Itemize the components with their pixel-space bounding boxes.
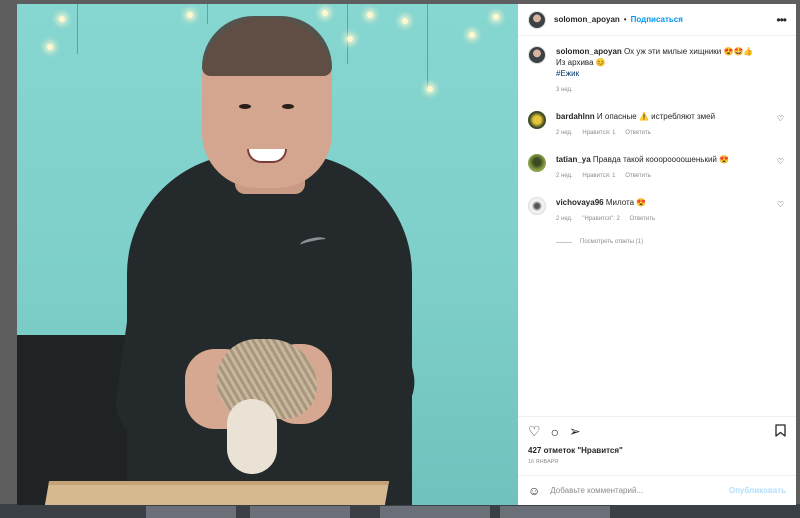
reply-button[interactable]: Ответить: [629, 216, 655, 222]
avatar[interactable]: [528, 10, 546, 29]
comment-text: И опасные ⚠️ истребляют змей: [596, 112, 716, 121]
feed-thumbnail: [380, 506, 490, 518]
heart-icon[interactable]: ♡: [777, 157, 784, 166]
separator-dot: •: [623, 15, 627, 24]
comment-author[interactable]: tatian_ya: [556, 155, 591, 164]
emoji-icon[interactable]: ☺: [528, 484, 540, 498]
publish-button[interactable]: Опубликовать: [729, 486, 786, 495]
comment-item: tatian_ya Правда такой кооороооошенький …: [528, 154, 786, 182]
comment-time: 2 нед.: [556, 173, 573, 179]
feed-peek: [0, 504, 800, 518]
comment-likes[interactable]: Нравится: 1: [582, 173, 615, 179]
comment-item: vichovaya96 Милота 😍 2 нед. "Нравится": …: [528, 197, 786, 225]
post-date: 16 ЯНВАРЯ: [528, 459, 559, 465]
view-replies-label: Посмотреть ответы (1): [580, 239, 644, 245]
bookmark-icon[interactable]: [775, 423, 786, 440]
post-sidebar: solomon_apoyan • Подписаться ••• solomon…: [518, 4, 796, 505]
comment-item: bardahlnn И опасные ⚠️ истребляют змей 2…: [528, 111, 786, 139]
divider: [556, 241, 572, 243]
post-header: solomon_apoyan • Подписаться •••: [518, 4, 796, 36]
comments-list[interactable]: solomon_apoyan Ох уж эти милые хищники 😍…: [518, 36, 796, 416]
heart-icon[interactable]: ♡: [528, 423, 541, 440]
comment-text: Правда такой кооороооошенький 😍: [592, 155, 730, 164]
wooden-box: [44, 481, 390, 505]
comment-time: 2 нед.: [556, 130, 573, 136]
post-author[interactable]: solomon_apoyan: [554, 15, 620, 24]
comment-icon[interactable]: ○: [551, 424, 559, 440]
feed-thumbnail: [146, 506, 236, 518]
follow-button[interactable]: Подписаться: [631, 15, 683, 24]
heart-icon[interactable]: ♡: [777, 200, 784, 209]
reply-button[interactable]: Ответить: [625, 130, 651, 136]
caption-line2: Из архива 😊: [556, 58, 606, 67]
avatar[interactable]: [528, 154, 546, 172]
post-caption: solomon_apoyan Ох уж эти милые хищники 😍…: [528, 46, 786, 96]
caption-text: Ох уж эти милые хищники 😍🤩👍: [624, 47, 754, 56]
view-replies-button[interactable]: Посмотреть ответы (1): [556, 239, 786, 245]
comment-author[interactable]: vichovaya96: [556, 198, 604, 207]
comment-likes[interactable]: "Нравится": 2: [582, 216, 619, 222]
comment-likes[interactable]: Нравится: 1: [582, 130, 615, 136]
avatar[interactable]: [528, 46, 546, 64]
heart-icon[interactable]: ♡: [777, 114, 784, 123]
comment-input[interactable]: [550, 486, 729, 495]
more-options-icon[interactable]: •••: [776, 13, 787, 27]
comment-author[interactable]: bardahlnn: [556, 112, 595, 121]
action-bar: ♡ ○ ➢: [518, 416, 796, 446]
feed-thumbnail: [500, 506, 610, 518]
post-image[interactable]: [17, 4, 518, 505]
avatar[interactable]: [528, 111, 546, 129]
comment-time: 2 нед.: [556, 216, 573, 222]
feed-thumbnail: [250, 506, 350, 518]
caption-time: 3 нед.: [556, 87, 573, 93]
avatar[interactable]: [528, 197, 546, 215]
likes-count[interactable]: 427 отметок "Нравится": [518, 446, 796, 455]
hashtag-link[interactable]: #Ежик: [556, 68, 753, 79]
comment-text: Милота 😍: [605, 198, 647, 207]
add-comment-bar: ☺ Опубликовать: [518, 475, 796, 505]
share-icon[interactable]: ➢: [569, 423, 581, 440]
reply-button[interactable]: Ответить: [625, 173, 651, 179]
caption-author[interactable]: solomon_apoyan: [556, 47, 622, 56]
